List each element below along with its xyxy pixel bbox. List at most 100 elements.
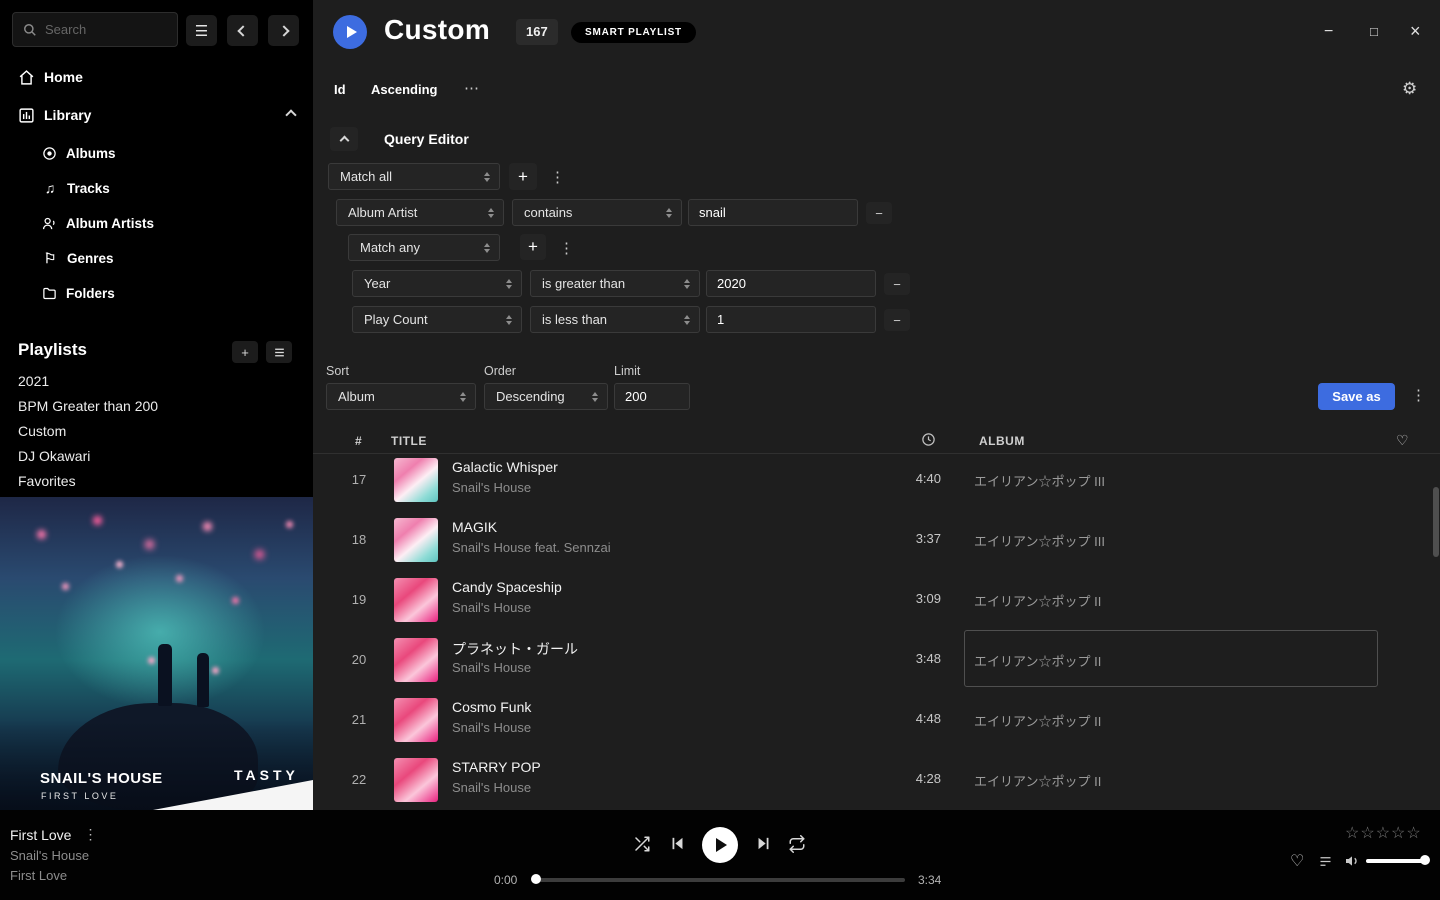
- table-row[interactable]: 20 プラネット・ガール Snail's House 3:48 エイリアン☆ポッ…: [313, 630, 1440, 690]
- rule2-remove-button[interactable]: −: [884, 273, 910, 295]
- close-button[interactable]: ×: [1410, 22, 1421, 40]
- repeat-button[interactable]: [788, 835, 806, 858]
- playlist-item-2021[interactable]: 2021: [0, 369, 313, 394]
- track-title: Cosmo Funk: [452, 699, 531, 715]
- rule1-field-select[interactable]: Album Artist: [336, 199, 504, 226]
- track-album: エイリアン☆ポップ III: [974, 531, 1105, 550]
- playlist-view-button[interactable]: [266, 341, 292, 363]
- artwork-brand-text: TASTY: [234, 767, 299, 783]
- favorite-button[interactable]: ♡: [1290, 851, 1304, 871]
- volume-button[interactable]: [1344, 853, 1360, 874]
- search-icon: [23, 23, 37, 37]
- track-rating[interactable]: ☆ ☆ ☆ ☆ ☆: [1345, 823, 1421, 843]
- sidebar-item-genres[interactable]: ⚐ Genres: [0, 244, 313, 272]
- star-icon[interactable]: ☆: [1360, 823, 1374, 843]
- rule2-operator-select[interactable]: is greater than: [530, 270, 700, 297]
- favorite-column-heart-icon[interactable]: ♡: [1396, 432, 1409, 449]
- column-header-album[interactable]: ALBUM: [979, 434, 1025, 448]
- rule3-remove-button[interactable]: −: [884, 309, 910, 331]
- table-row[interactable]: 19 Candy Spaceship Snail's House 3:09 エイ…: [313, 570, 1440, 630]
- add-rule-button-group1[interactable]: +: [509, 163, 537, 190]
- minimize-button[interactable]: −: [1324, 24, 1333, 40]
- sort-select[interactable]: Album: [326, 383, 476, 410]
- menu-button[interactable]: ☰: [186, 15, 217, 46]
- rule2-field-select[interactable]: Year: [352, 270, 522, 297]
- sort-field-button[interactable]: Id: [334, 82, 346, 97]
- table-row[interactable]: 22 STARRY POP Snail's House 4:28 エイリアン☆ポ…: [313, 750, 1440, 810]
- rule1-value-input[interactable]: [688, 199, 858, 226]
- star-icon[interactable]: ☆: [1391, 823, 1405, 843]
- back-button[interactable]: [227, 15, 258, 46]
- add-rule-button-group2[interactable]: +: [520, 234, 546, 260]
- forward-button[interactable]: [268, 15, 299, 46]
- volume-knob[interactable]: [1420, 855, 1430, 865]
- sidebar-item-albums[interactable]: Albums: [0, 139, 313, 167]
- track-album: エイリアン☆ポップ III: [974, 471, 1105, 490]
- rule2-value-input[interactable]: [706, 270, 876, 297]
- track-number: 21: [343, 712, 375, 727]
- playlist-item-custom[interactable]: Custom: [0, 419, 313, 444]
- sort-value: Album: [338, 389, 375, 404]
- more-options-button[interactable]: ⋯: [464, 79, 479, 97]
- playlist-item-favorites[interactable]: Favorites: [0, 469, 313, 494]
- select-caret-icon: [460, 392, 466, 402]
- search-box[interactable]: [12, 12, 178, 47]
- group1-match-select[interactable]: Match all: [328, 163, 500, 190]
- rule3-operator-select[interactable]: is less than: [530, 306, 700, 333]
- table-row[interactable]: 17 Galactic Whisper Snail's House 4:40 エ…: [313, 450, 1440, 510]
- album-art-thumbnail: [394, 518, 438, 562]
- sort-direction-button[interactable]: Ascending: [371, 82, 437, 97]
- play-pause-button[interactable]: [702, 827, 738, 863]
- column-header-title[interactable]: TITLE: [391, 434, 427, 448]
- track-title: MAGIK: [452, 519, 497, 535]
- next-track-button[interactable]: [755, 835, 772, 857]
- column-header-index[interactable]: #: [355, 434, 362, 448]
- query-editor-collapse-button[interactable]: [330, 127, 358, 151]
- rule1-operator-value: contains: [524, 205, 572, 220]
- sidebar-item-folders[interactable]: Folders: [0, 279, 313, 307]
- seek-bar[interactable]: [535, 878, 905, 882]
- order-select[interactable]: Descending: [484, 383, 608, 410]
- scrollbar-thumb[interactable]: [1433, 487, 1439, 557]
- rule3-value-input[interactable]: [706, 306, 876, 333]
- rule3-field-select[interactable]: Play Count: [352, 306, 522, 333]
- track-artist: Snail's House: [452, 660, 531, 675]
- playlist-item-dj-okawari[interactable]: DJ Okawari: [0, 444, 313, 469]
- now-playing-menu-button[interactable]: ⋮: [83, 826, 97, 843]
- maximize-button[interactable]: □: [1370, 25, 1378, 38]
- play-playlist-button[interactable]: [333, 15, 367, 49]
- rule1-remove-button[interactable]: −: [866, 202, 892, 224]
- add-playlist-button[interactable]: +: [232, 341, 258, 363]
- sidebar-item-album-artists[interactable]: Album Artists: [0, 209, 313, 237]
- star-icon[interactable]: ☆: [1406, 823, 1420, 843]
- previous-track-button[interactable]: [669, 835, 686, 857]
- search-input[interactable]: [45, 22, 167, 37]
- group2-menu-button[interactable]: ⋮: [559, 239, 574, 257]
- group1-menu-button[interactable]: ⋮: [550, 168, 565, 186]
- now-playing-album: First Love: [10, 868, 67, 883]
- limit-input[interactable]: [614, 383, 690, 410]
- star-icon[interactable]: ☆: [1376, 823, 1390, 843]
- sort-menu-button[interactable]: ⋮: [1411, 386, 1426, 404]
- track-artist: Snail's House feat. Sennzai: [452, 540, 611, 555]
- now-playing-artwork[interactable]: SNAIL'S HOUSE FIRST LOVE TASTY: [0, 497, 313, 810]
- settings-button[interactable]: ⚙: [1402, 79, 1417, 99]
- sidebar-item-library[interactable]: Library: [0, 100, 313, 130]
- select-caret-icon: [488, 208, 494, 218]
- shuffle-button[interactable]: [633, 835, 651, 858]
- star-icon[interactable]: ☆: [1345, 823, 1359, 843]
- sidebar-item-home[interactable]: Home: [0, 62, 313, 92]
- sort-label: Sort: [326, 364, 349, 378]
- sidebar-item-tracks[interactable]: ♫ Tracks: [0, 174, 313, 202]
- save-as-button[interactable]: Save as: [1318, 383, 1395, 410]
- rule1-operator-select[interactable]: contains: [512, 199, 682, 226]
- duration-column-clock-icon[interactable]: [921, 432, 936, 447]
- group2-match-select[interactable]: Match any: [348, 234, 500, 261]
- volume-slider[interactable]: [1366, 859, 1424, 863]
- plus-icon: +: [528, 237, 538, 257]
- table-row[interactable]: 21 Cosmo Funk Snail's House 4:48 エイリアン☆ポ…: [313, 690, 1440, 750]
- seek-knob[interactable]: [531, 874, 541, 884]
- queue-button[interactable]: [1318, 854, 1333, 874]
- table-row[interactable]: 18 MAGIK Snail's House feat. Sennzai 3:3…: [313, 510, 1440, 570]
- playlist-item-bpm[interactable]: BPM Greater than 200: [0, 394, 313, 419]
